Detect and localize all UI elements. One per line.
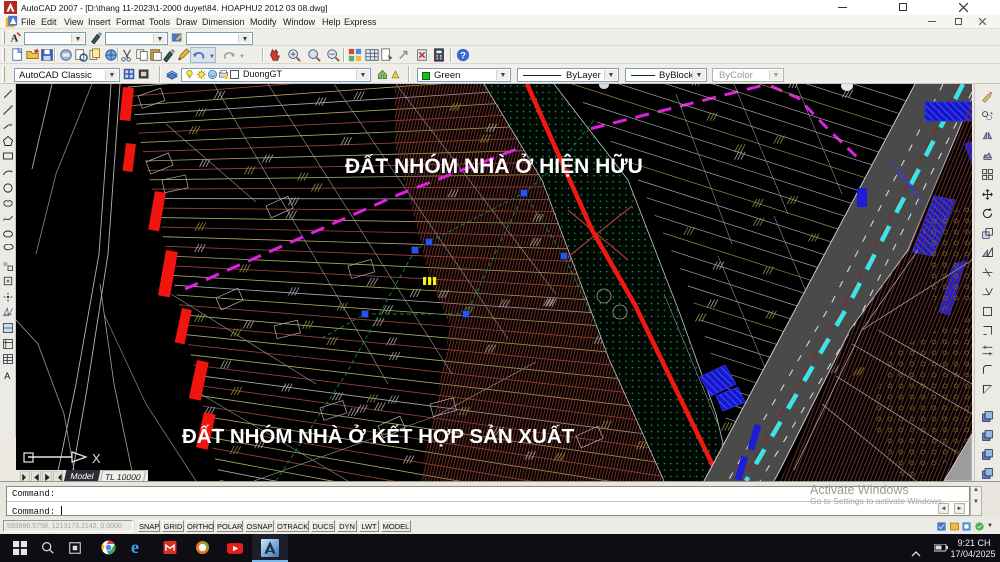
svg-text:?: ? [460, 51, 466, 62]
svg-text:ĐẤT NHÓM NHÀ Ở HIỆN HỮU: ĐẤT NHÓM NHÀ Ở HIỆN HỮU [345, 154, 643, 178]
svg-text:X: X [92, 451, 101, 466]
svg-text:A: A [11, 34, 19, 44]
svg-text:A: A [4, 371, 10, 381]
svg-text:ĐẤT NHÓM NHÀ Ở KẾT HỢP SẢN XUẤ: ĐẤT NHÓM NHÀ Ở KẾT HỢP SẢN XUẤT [182, 424, 575, 448]
